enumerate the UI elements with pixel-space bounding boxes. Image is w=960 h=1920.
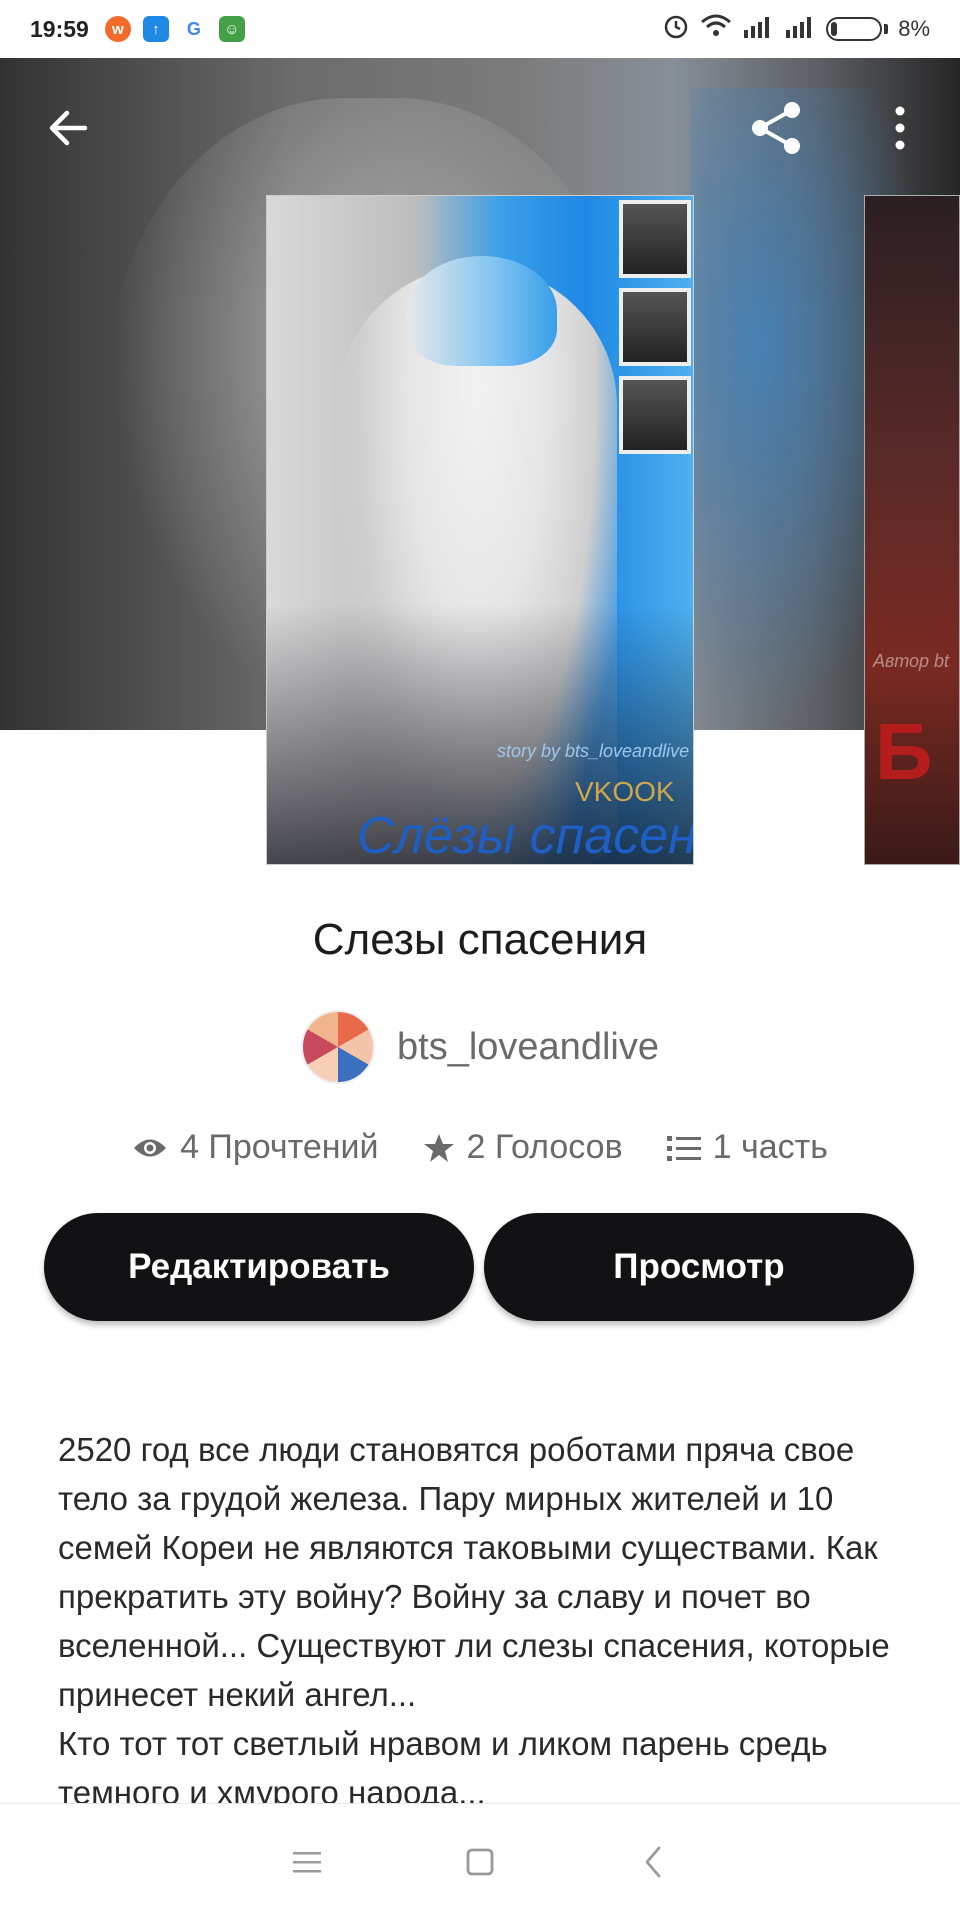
upload-icon: ↑ [142,16,169,42]
author-name[interactable]: bts_loveandlive [397,1026,659,1069]
star-icon [423,1133,454,1162]
share-icon [752,102,800,154]
cover-thumbnail [619,376,691,454]
votes-count: 2 Голосов [466,1128,623,1166]
system-nav-bar [0,1803,960,1920]
votes-stat: 2 Голосов [423,1128,623,1167]
author-row[interactable]: bts_loveandlive [0,1010,960,1084]
reads-stat: 4 Прочтений [132,1128,379,1167]
battery-icon [826,17,883,41]
eye-icon [134,1139,167,1156]
home-button[interactable] [445,1827,515,1897]
cover-hair [407,256,557,366]
cover-story-by: story by bts_loveandlive [497,741,690,761]
battery-tip [884,24,889,34]
status-bar: 19:59 w ↑ G ☺ 8% [0,0,960,58]
next-cover-title: Б [875,707,933,796]
list-icon [666,1135,701,1161]
next-story-cover[interactable]: Автор bt Б [864,195,960,865]
back-button[interactable] [36,96,100,160]
back-chevron-icon [645,1846,661,1878]
avatar[interactable] [301,1010,376,1084]
signal-icon [784,14,816,44]
view-button[interactable]: Просмотр [484,1213,914,1321]
story-cover[interactable]: story by bts_loveandlive VKOOK Слёзы спа… [266,195,694,865]
parts-stat: 1 часть [666,1128,828,1167]
home-square-icon [466,1848,494,1876]
more-options-button[interactable] [868,96,932,160]
reads-count: 4 Прочтений [180,1128,379,1166]
weibo-icon: w [104,16,131,42]
stats-row: 4 Прочтений 2 Голосов 1 часть [0,1128,960,1167]
cover-thumbnail [619,288,691,366]
status-time: 19:59 [30,15,89,42]
next-cover-author: Автор bt [873,651,950,671]
menu-icon [292,1852,321,1873]
parts-count: 1 часть [712,1128,828,1166]
cover-tag: VKOOK [575,776,675,807]
cover-title: Слёзы спасения [357,807,694,865]
share-button[interactable] [744,96,808,160]
battery-percent: 8% [898,16,930,41]
android-icon: ☺ [218,16,245,42]
alarm-icon [662,12,690,46]
google-icon: G [180,16,207,42]
cover-thumbnail [619,200,691,278]
edit-button[interactable]: Редактировать [44,1213,474,1321]
story-title: Слезы спасения [312,915,648,964]
menu-button[interactable] [272,1827,342,1897]
more-vertical-icon [895,106,905,150]
status-right: 8% [662,12,930,46]
system-back-button[interactable] [618,1827,688,1897]
wifi-icon [700,13,732,45]
arrow-left-icon [49,110,88,146]
signal-icon [742,14,774,44]
story-description: 2520 год все люди становятся роботами пр… [58,1431,890,1805]
